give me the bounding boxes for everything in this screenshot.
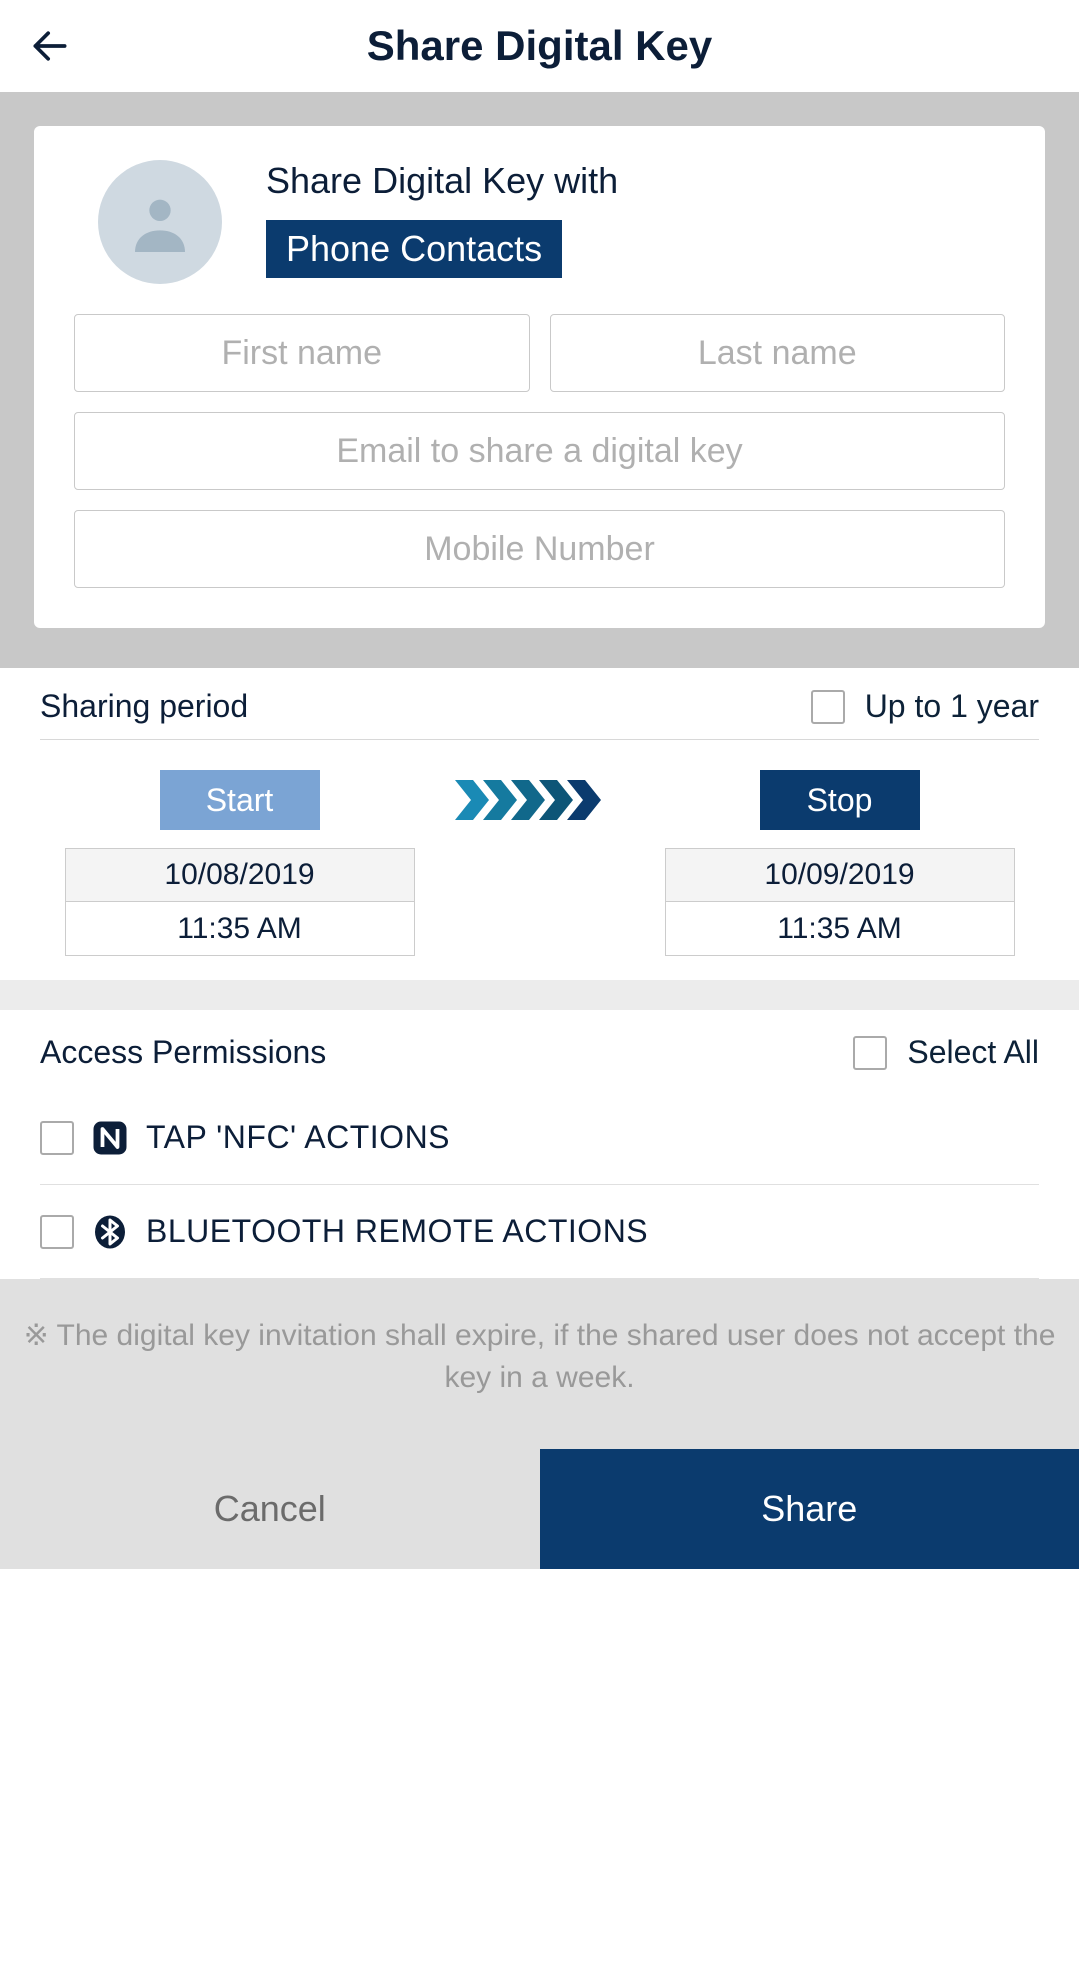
page-title: Share Digital Key	[0, 22, 1079, 70]
header: Share Digital Key	[0, 0, 1079, 92]
up-to-1-year-row[interactable]: Up to 1 year	[811, 688, 1039, 725]
sharing-period-section: Sharing period Up to 1 year Start 10/08/…	[0, 668, 1079, 980]
bluetooth-icon	[92, 1214, 128, 1250]
contact-card: Share Digital Key with Phone Contacts	[34, 126, 1045, 628]
share-with-label: Share Digital Key with	[266, 160, 618, 202]
select-all-row[interactable]: Select All	[853, 1034, 1039, 1071]
stop-time-cell[interactable]: 11:35 AM	[665, 902, 1015, 956]
avatar-placeholder	[98, 160, 222, 284]
bluetooth-label: BLUETOOTH REMOTE ACTIONS	[146, 1213, 648, 1250]
bluetooth-checkbox[interactable]	[40, 1215, 74, 1249]
back-button[interactable]	[28, 24, 72, 68]
stop-button[interactable]: Stop	[760, 770, 920, 830]
permission-bluetooth-row[interactable]: BLUETOOTH REMOTE ACTIONS	[40, 1185, 1039, 1278]
start-time-cell[interactable]: 11:35 AM	[65, 902, 415, 956]
divider	[40, 739, 1039, 740]
select-all-checkbox[interactable]	[853, 1036, 887, 1070]
back-arrow-icon	[28, 24, 72, 68]
first-name-field[interactable]	[74, 314, 530, 392]
stop-date-cell[interactable]: 10/09/2019	[665, 848, 1015, 902]
sharing-period-label: Sharing period	[40, 688, 248, 725]
phone-contacts-button[interactable]: Phone Contacts	[266, 220, 562, 278]
chevron-separator	[455, 770, 625, 830]
stop-column: Stop 10/09/2019 11:35 AM	[665, 770, 1015, 956]
bottom-bar: Cancel Share	[0, 1449, 1079, 1569]
person-icon	[120, 182, 200, 262]
permissions-section: Access Permissions Select All TAP 'NFC' …	[0, 1010, 1079, 1279]
permission-nfc-row[interactable]: TAP 'NFC' ACTIONS	[40, 1091, 1039, 1184]
up-to-1-year-label: Up to 1 year	[865, 688, 1039, 725]
nfc-icon	[92, 1120, 128, 1156]
chevrons-icon	[455, 775, 625, 825]
start-button[interactable]: Start	[160, 770, 320, 830]
select-all-label: Select All	[907, 1034, 1039, 1071]
cancel-button[interactable]: Cancel	[0, 1449, 540, 1569]
section-gap	[0, 980, 1079, 1010]
contact-card-area: Share Digital Key with Phone Contacts	[0, 92, 1079, 668]
last-name-field[interactable]	[550, 314, 1006, 392]
start-column: Start 10/08/2019 11:35 AM	[65, 770, 415, 956]
start-date-cell[interactable]: 10/08/2019	[65, 848, 415, 902]
nfc-label: TAP 'NFC' ACTIONS	[146, 1119, 450, 1156]
mobile-field[interactable]	[74, 510, 1005, 588]
email-field[interactable]	[74, 412, 1005, 490]
up-to-1-year-checkbox[interactable]	[811, 690, 845, 724]
share-button[interactable]: Share	[540, 1449, 1079, 1569]
nfc-checkbox[interactable]	[40, 1121, 74, 1155]
disclaimer-text: ※ The digital key invitation shall expir…	[0, 1279, 1079, 1449]
permissions-label: Access Permissions	[40, 1034, 326, 1071]
